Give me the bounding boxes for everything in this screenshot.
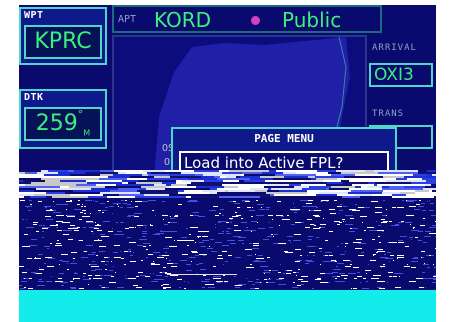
waypoint-value[interactable]: KPRC [24, 25, 102, 59]
magnetic-indicator: M [83, 128, 91, 138]
waypoint-box: WPT KPRC [19, 7, 107, 65]
airport-symbol-icon [251, 16, 260, 25]
cyan-strip [19, 290, 436, 322]
page-menu-title: PAGE MENU [254, 132, 314, 145]
glitch-noise [19, 170, 436, 289]
arrival-value[interactable]: OXI3 [369, 63, 433, 87]
dtk-value: 259° M [24, 107, 102, 141]
apt-label: APT [118, 14, 137, 25]
waypoint-label: WPT [24, 10, 44, 21]
dtk-box: DTK 259° M [19, 89, 107, 149]
airport-bar: APT KORD Public [112, 5, 382, 33]
dtk-label: DTK [24, 92, 44, 103]
degree-symbol: ° [77, 108, 84, 121]
corrupted-display-area [19, 170, 436, 290]
airport-ident[interactable]: KORD [154, 8, 211, 32]
map-text-fragment-2: O [164, 157, 170, 168]
dtk-number: 259 [35, 111, 78, 136]
page-menu: PAGE MENU Load into Active FPL? [171, 127, 397, 175]
trans-label: TRANS [372, 109, 405, 119]
gps-display: WPT KPRC DTK 259°M APT KORD Public OS O … [19, 5, 436, 322]
arrival-label: ARRIVAL [372, 43, 417, 53]
airport-type: Public [282, 8, 342, 32]
